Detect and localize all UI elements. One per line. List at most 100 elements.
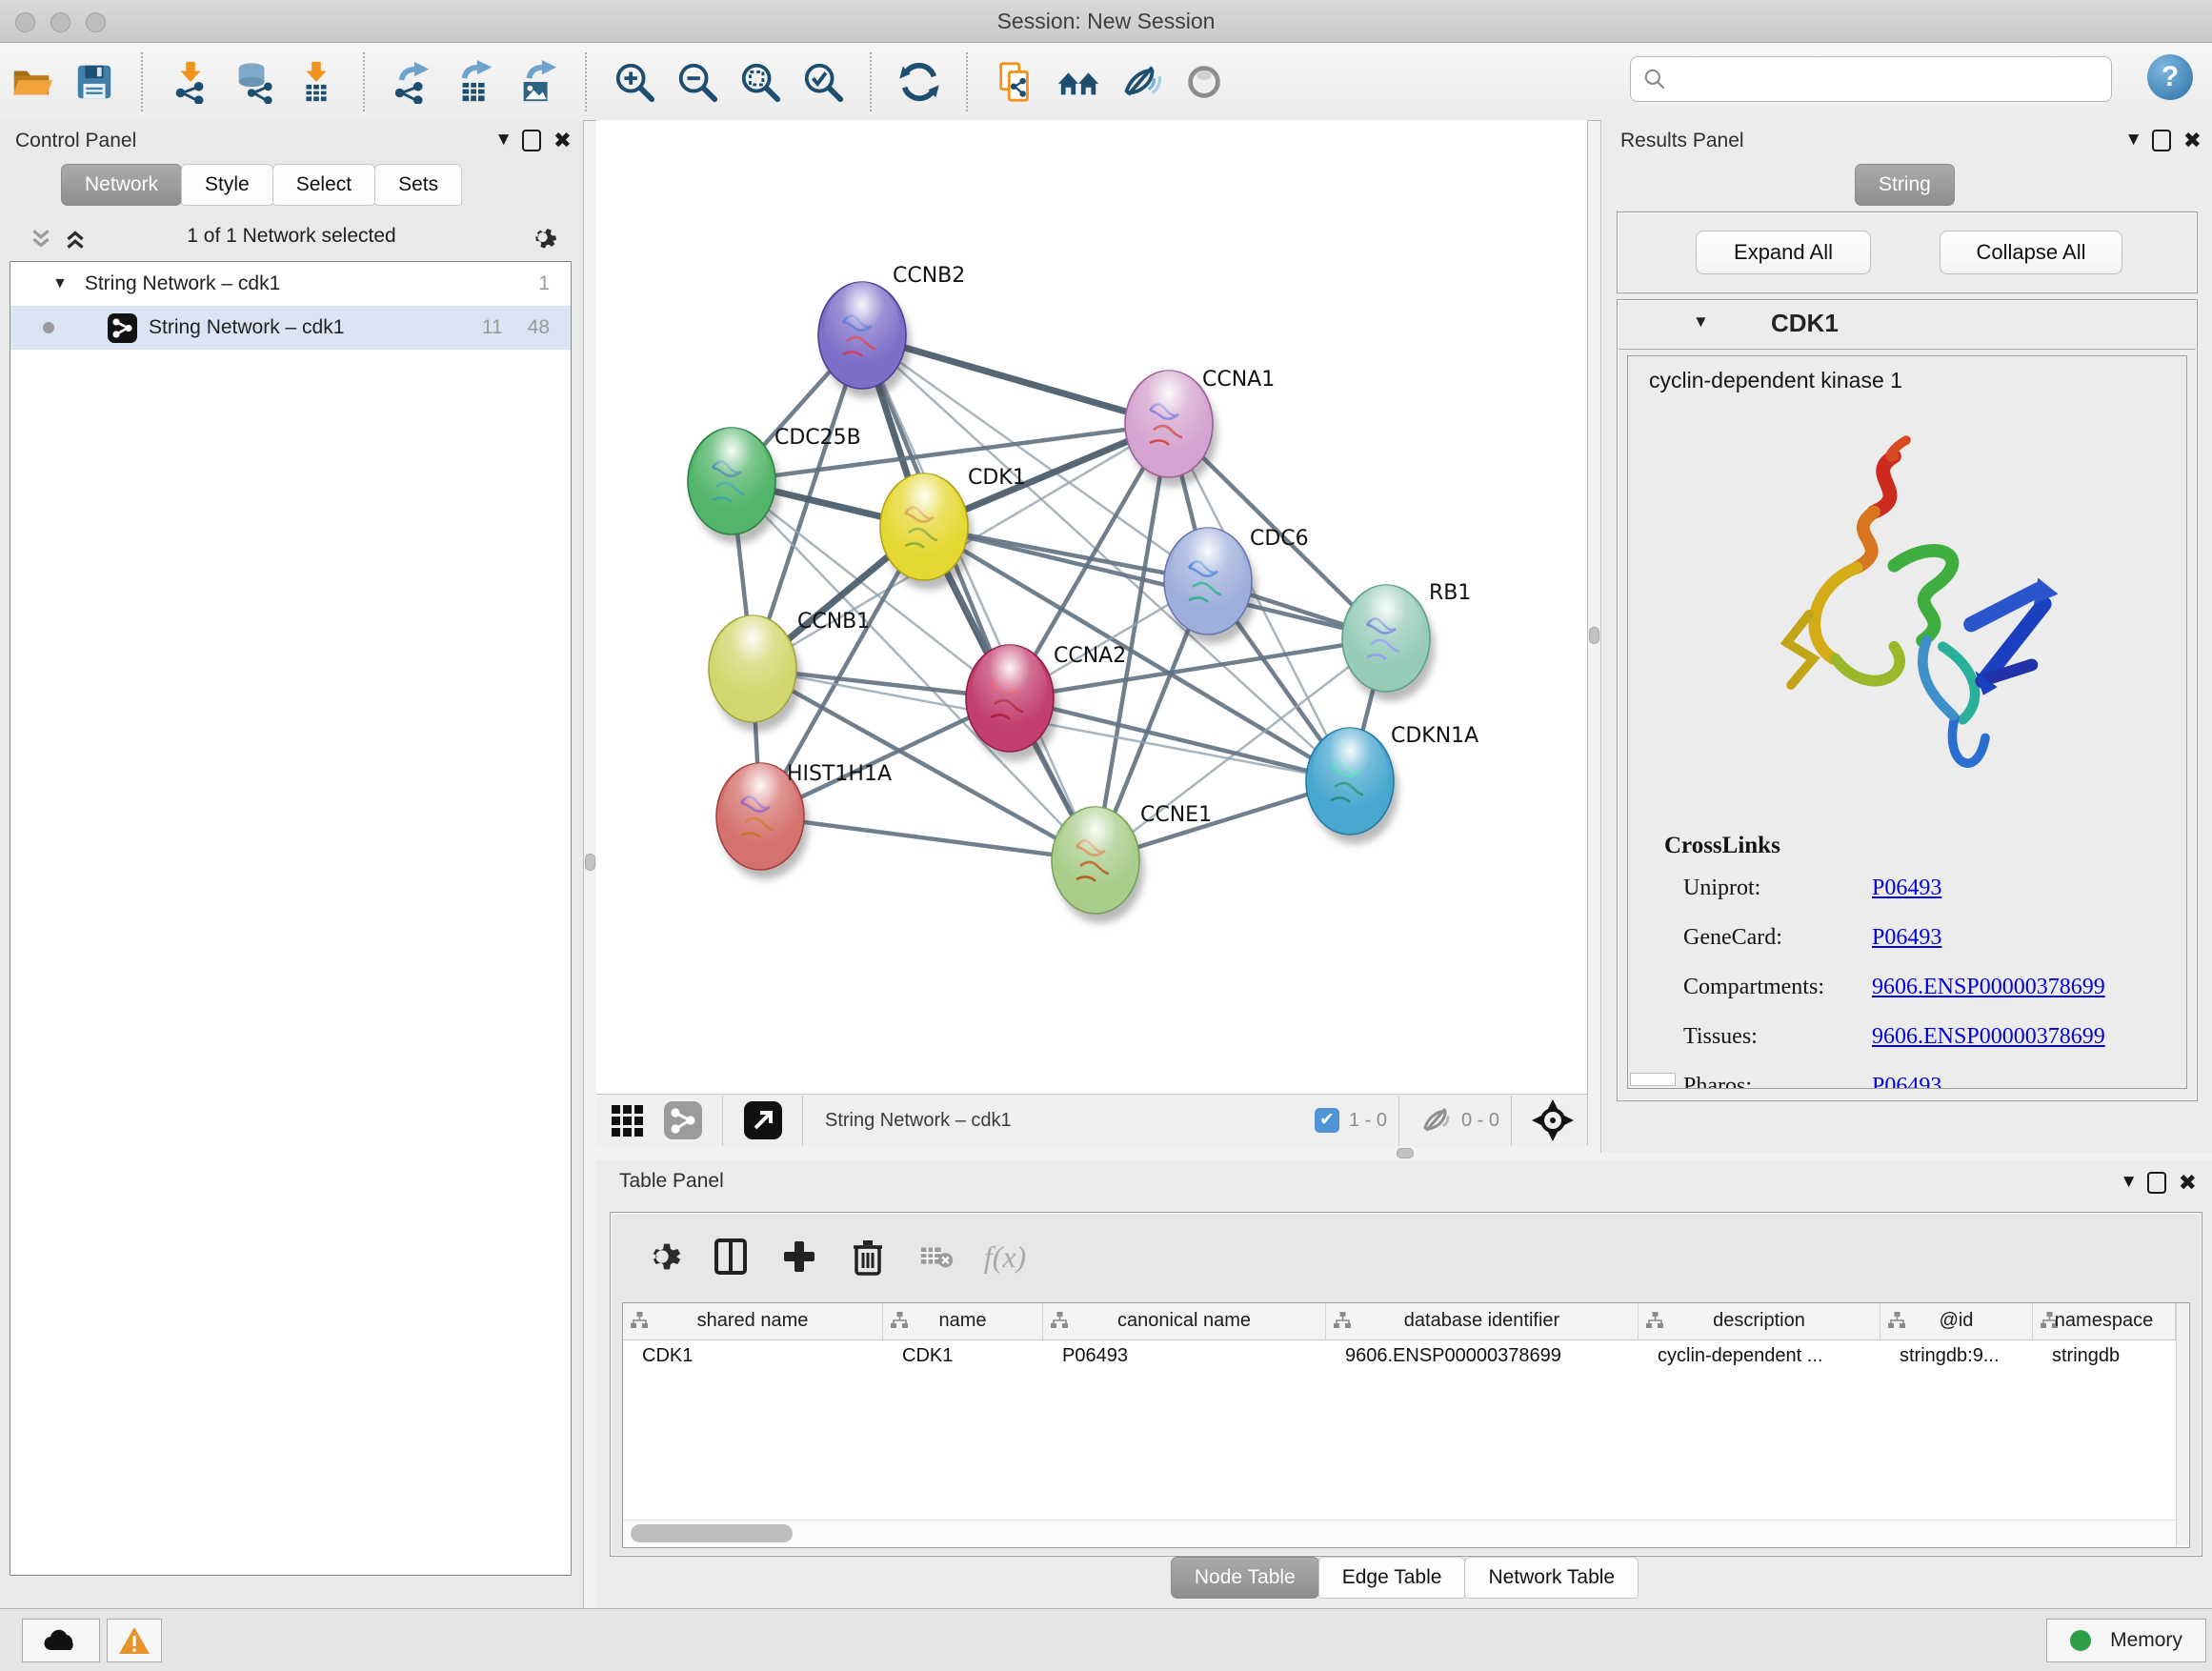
export-table-icon[interactable] [452,58,499,106]
network-collection-row[interactable]: ▼ String Network – cdk1 1 [10,262,571,306]
column-header-namespace[interactable]: namespace [2033,1303,2176,1339]
create-column-icon[interactable] [773,1230,826,1283]
tab-node-table[interactable]: Node Table [1171,1557,1319,1599]
memory-button[interactable]: Memory [2046,1619,2206,1662]
column-header-canonical-name[interactable]: canonical name [1043,1303,1326,1339]
zoom-out-icon[interactable] [674,58,721,106]
glass-ball-effect-icon[interactable] [1180,58,1228,106]
node-CDC6[interactable]: CDC6 [1164,527,1309,644]
column-header-name[interactable]: name [883,1303,1043,1339]
panel-float-icon[interactable] [2147,1172,2166,1194]
string-query-documents-icon[interactable] [992,58,1039,106]
panel-float-icon[interactable] [2152,130,2171,151]
panel-float-icon[interactable] [522,130,541,151]
save-session-icon[interactable] [70,58,118,106]
network-selector-bar: 1 of 1 Network selected [0,215,583,261]
panel-menu-icon[interactable]: ▼ [2124,130,2142,151]
panel-close-icon[interactable]: ✖ [2183,128,2202,153]
export-network-icon[interactable] [389,58,436,106]
selected-checkbox-icon[interactable]: ✔ [1315,1108,1339,1133]
tab-style[interactable]: Style [181,164,273,206]
crosslink-link[interactable]: 9606.ENSP00000378699 [1872,1024,2105,1050]
table-cell[interactable]: cyclin-dependent ... [1658,1345,1877,1367]
column-header--id[interactable]: @id [1880,1303,2033,1339]
tab-network-table[interactable]: Network Table [1464,1557,1639,1599]
apply-layout-icon[interactable] [895,58,943,106]
export-image-icon[interactable] [514,58,562,106]
birds-eye-view-icon[interactable] [610,1101,648,1139]
show-columns-icon[interactable] [704,1230,757,1283]
horizontal-splitter-handle[interactable] [1397,1148,1414,1158]
zoom-selected-icon[interactable] [799,58,847,106]
gene-section-header[interactable]: ▼ CDK1 [1619,301,2196,350]
import-network-database-icon[interactable] [230,58,277,106]
node-CDK1[interactable]: CDK1 [880,466,1026,590]
table-horizontal-scrollbar[interactable] [623,1520,2176,1547]
node-CCNA2[interactable]: CCNA2 [966,644,1126,761]
table-cell[interactable]: stringdb [2052,1345,2172,1367]
hide-glass-effect-icon[interactable] [1117,58,1165,106]
crosslink-link[interactable]: P06493 [1872,925,1941,951]
node-RB1[interactable]: RB1 [1342,581,1471,701]
table-options-gear-icon[interactable] [635,1230,689,1283]
help-icon[interactable]: ? [2147,54,2193,100]
panel-menu-icon[interactable]: ▼ [2120,1172,2138,1193]
table-cell[interactable]: stringdb:9... [1900,1345,2029,1367]
string-homes-icon[interactable] [1055,58,1102,106]
crosslink-link[interactable]: P06493 [1872,876,1941,901]
tab-sets[interactable]: Sets [374,164,462,206]
string-style-icon[interactable] [663,1100,703,1140]
tab-network[interactable]: Network [61,164,182,206]
export-view-icon[interactable] [743,1100,783,1140]
node-HIST1H1A[interactable]: HIST1H1A [716,762,892,879]
table-cell[interactable]: 9606.ENSP00000378699 [1345,1345,1635,1367]
expand-all-button[interactable]: Expand All [1696,231,1871,274]
left-splitter-handle[interactable] [585,854,595,871]
table-cell[interactable]: CDK1 [642,1345,879,1367]
network-view-panel[interactable]: CCNB2CCNA1CDC25BCDK1CDC6RB1CCNB1CCNA2CDK… [596,120,1588,1145]
search-input[interactable] [1675,59,2111,99]
node-CCNB2[interactable]: CCNB2 [818,264,965,398]
node-label-CCNA1: CCNA1 [1202,368,1275,392]
panel-close-icon[interactable]: ✖ [553,128,572,153]
delete-columns-trash-icon[interactable] [841,1230,895,1283]
zoom-fit-icon[interactable] [736,58,784,106]
cloud-button[interactable] [22,1619,100,1662]
section-expander-icon[interactable]: ▼ [1693,312,1709,332]
scrollbar-thumb[interactable] [631,1524,793,1542]
panel-menu-icon[interactable]: ▼ [494,130,513,151]
open-session-icon[interactable] [8,58,55,106]
import-table-icon[interactable] [292,58,340,106]
tab-string[interactable]: String [1855,164,1955,206]
gear-icon[interactable] [528,223,558,253]
tab-edge-table[interactable]: Edge Table [1318,1557,1466,1599]
collapse-all-button[interactable]: Collapse All [1940,231,2122,274]
node-CDKN1A[interactable]: CDKN1A [1306,724,1478,844]
panel-close-icon[interactable]: ✖ [2179,1170,2197,1196]
tab-select[interactable]: Select [272,164,375,206]
zoom-in-icon[interactable] [611,58,658,106]
table-cell[interactable]: P06493 [1062,1345,1322,1367]
network-canvas[interactable]: CCNB2CCNA1CDC25BCDK1CDC6RB1CCNB1CCNA2CDK… [596,120,1587,1094]
crosslink-link[interactable]: P06493 [1872,1074,1941,1090]
collection-expander-icon[interactable]: ▼ [52,275,68,292]
warning-button[interactable] [107,1619,162,1662]
fit-selected-crosshair-icon[interactable] [1532,1099,1574,1141]
column-header-shared-name[interactable]: shared name [623,1303,883,1339]
table-vertical-scrollbar[interactable] [2176,1303,2189,1545]
node-CCNA1[interactable]: CCNA1 [1125,368,1275,487]
right-splitter-handle[interactable] [1589,627,1599,644]
column-header-database-identifier[interactable]: database identifier [1326,1303,1639,1339]
edge-CCNB2-CCNE1[interactable] [862,335,1096,860]
edge-HIST1H1A-CCNE1[interactable] [760,816,1096,860]
network-row-selected[interactable]: String Network – cdk1 11 48 [10,306,571,350]
import-network-file-icon[interactable] [167,58,214,106]
crosslink-link[interactable]: 9606.ENSP00000378699 [1872,975,2105,1000]
results-scroll-notch[interactable] [1630,1073,1676,1086]
search-box[interactable] [1630,56,2112,102]
node-table[interactable]: shared namenamecanonical namedatabase id… [622,1302,2190,1548]
table-cell[interactable]: CDK1 [902,1345,1039,1367]
node-CCNE1[interactable]: CCNE1 [1052,803,1212,923]
node-CCNB1[interactable]: CCNB1 [709,610,870,732]
column-header-description[interactable]: description [1639,1303,1880,1339]
